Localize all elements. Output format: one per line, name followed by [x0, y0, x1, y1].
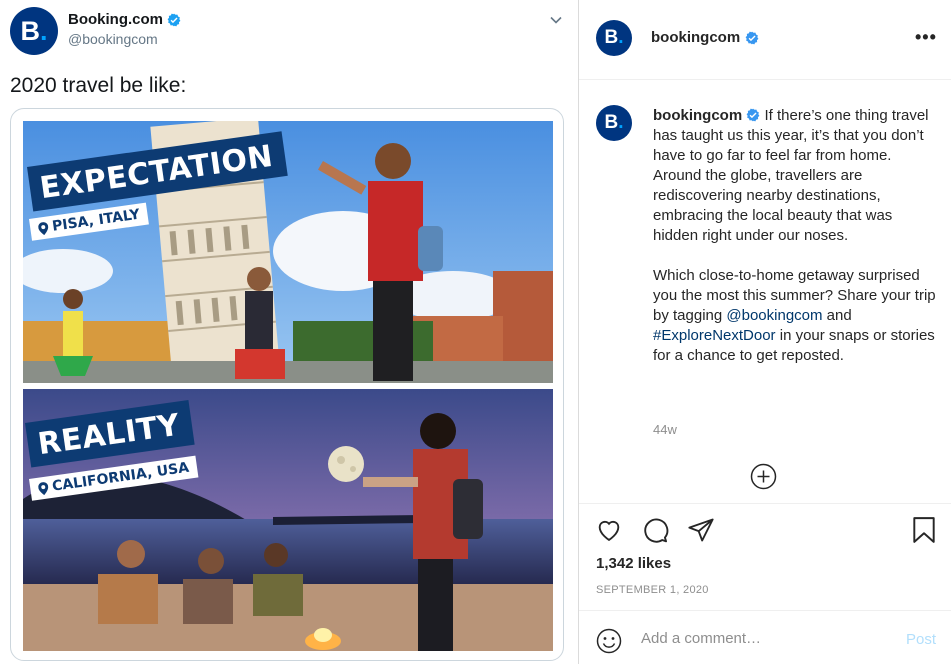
share-icon[interactable] [687, 516, 715, 544]
tweet-author-handle[interactable]: @bookingcom [68, 31, 158, 47]
caption-username[interactable]: bookingcom [653, 107, 742, 124]
more-options-icon[interactable]: ••• [915, 27, 937, 48]
tweet-card: B. Booking.com @bookingcom 2020 travel b… [0, 0, 578, 664]
avatar-dot: . [618, 112, 624, 133]
caption-paragraph-2: Which close-to-home getaway surprised yo… [653, 266, 938, 366]
location-pin-icon [38, 221, 49, 235]
caption-text-1: If there’s one thing travel has taught u… [653, 107, 929, 244]
chevron-down-icon[interactable] [548, 12, 564, 28]
verified-badge-icon [745, 31, 759, 44]
avatar-dot: . [39, 15, 48, 46]
post-caption: bookingcom If there’s one thing travel h… [653, 106, 938, 386]
caption-paragraph-1: bookingcom If there’s one thing travel h… [653, 106, 938, 246]
tweet-media[interactable]: EXPECTATION PISA, ITALY REALITY CALIFORN… [10, 108, 564, 661]
instagram-panel: B. bookingcom ••• B. bookingcom If there… [579, 0, 951, 664]
reality-photo: REALITY CALIFORNIA, USA [23, 389, 553, 651]
avatar-letter: B [604, 27, 619, 48]
post-date: SEPTEMBER 1, 2020 [596, 584, 709, 596]
tweet-text: 2020 travel be like: [10, 74, 187, 97]
ig-header-username-text: bookingcom [651, 29, 741, 46]
tweet-author-label: Booking.com [68, 11, 164, 28]
ig-header-username[interactable]: bookingcom [651, 29, 759, 46]
header-divider [579, 79, 951, 80]
avatar-dot: . [618, 27, 624, 48]
post-button[interactable]: Post [906, 631, 936, 648]
comment-box: Post [579, 611, 951, 664]
expectation-photo: EXPECTATION PISA, ITALY [23, 121, 553, 383]
post-age[interactable]: 44w [653, 422, 677, 437]
verified-badge-icon [167, 13, 181, 26]
location-pin-icon [38, 481, 49, 495]
bookmark-icon[interactable] [911, 516, 937, 544]
avatar-letter: B [604, 112, 619, 133]
verified-badge-icon [746, 108, 760, 122]
ig-caption-avatar[interactable]: B. [596, 105, 632, 141]
post-actions [595, 516, 715, 544]
comment-icon[interactable] [641, 516, 669, 544]
heart-icon[interactable] [595, 516, 623, 544]
likes-count[interactable]: 1,342 likes [596, 555, 671, 572]
comment-input[interactable] [641, 627, 891, 649]
hashtag-link[interactable]: #ExploreNextDoor [653, 327, 776, 344]
mention-link[interactable]: @bookingcom [726, 307, 822, 324]
actions-divider [579, 503, 951, 504]
caption-and: and [822, 307, 852, 324]
ig-header-avatar[interactable]: B. [596, 20, 632, 56]
tweet-author-name[interactable]: Booking.com [68, 11, 181, 28]
plus-circle-icon[interactable] [750, 463, 777, 490]
avatar-letter: B [20, 15, 40, 46]
booking-avatar[interactable]: B. [10, 7, 58, 55]
smiley-icon[interactable] [596, 628, 622, 654]
